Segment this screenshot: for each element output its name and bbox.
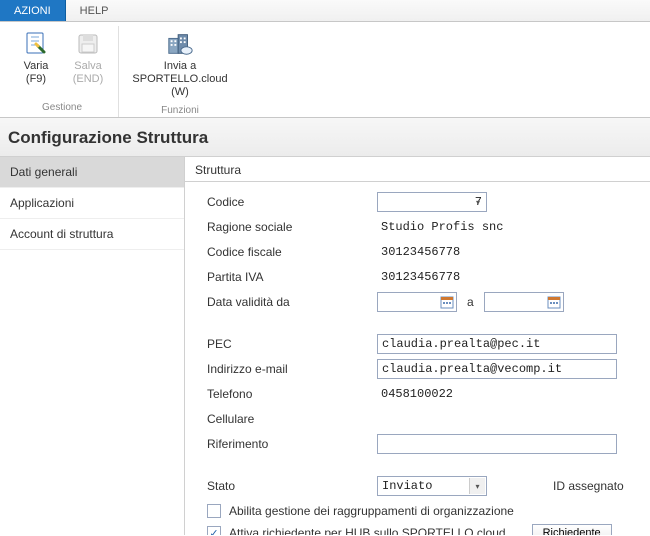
ragione-input[interactable] [377, 217, 617, 237]
ribbon-salva-label-1: Salva [74, 60, 102, 73]
ribbon-salva-label-2: (END) [73, 73, 104, 86]
save-icon [74, 30, 102, 58]
codice-label: Codice [207, 195, 377, 209]
ragione-label: Ragione sociale [207, 220, 377, 234]
attiva-richiedente-label: Attiva richiedente per HUB sullo SPORTEL… [229, 526, 506, 535]
page-title: Configurazione Struttura [0, 118, 650, 157]
tab-azioni[interactable]: AZIONI [0, 0, 66, 21]
cellulare-label: Cellulare [207, 412, 377, 426]
calendar-icon[interactable] [547, 295, 561, 309]
struttura-form: Codice ▾ Ragione sociale Codice fiscale … [185, 182, 650, 535]
calendar-icon[interactable] [440, 295, 454, 309]
pec-input[interactable] [377, 334, 617, 354]
ribbon-varia-label-1: Varia [24, 60, 49, 73]
ribbon-varia-label-2: (F9) [26, 73, 46, 86]
ribbon-salva-button: Salva (END) [64, 26, 112, 100]
abilita-raggruppamenti-label: Abilita gestione dei raggruppamenti di o… [229, 504, 514, 518]
sidebar-item-account-struttura[interactable]: Account di struttura [0, 219, 184, 250]
cf-input[interactable] [377, 242, 617, 262]
email-input[interactable] [377, 359, 617, 379]
ribbon-invia-label-1: Invia a [164, 60, 196, 73]
main-panel: Struttura Codice ▾ Ragione sociale Codic… [185, 157, 650, 535]
tab-bar: AZIONI HELP [0, 0, 650, 22]
stato-label: Stato [207, 479, 377, 493]
sidebar-item-applicazioni[interactable]: Applicazioni [0, 188, 184, 219]
piva-label: Partita IVA [207, 270, 377, 284]
ribbon: Varia (F9) Salva (END) Gestione [0, 22, 650, 118]
tab-help[interactable]: HELP [66, 0, 124, 21]
riferimento-label: Riferimento [207, 437, 377, 451]
telefono-input[interactable] [377, 384, 617, 404]
riferimento-input[interactable] [377, 434, 617, 454]
email-label: Indirizzo e-mail [207, 362, 377, 376]
building-cloud-icon [166, 30, 194, 58]
piva-input[interactable] [377, 267, 617, 287]
cf-label: Codice fiscale [207, 245, 377, 259]
ribbon-varia-button[interactable]: Varia (F9) [12, 26, 60, 100]
telefono-label: Telefono [207, 387, 377, 401]
attiva-richiedente-checkbox[interactable]: ✓ [207, 526, 221, 535]
chevron-down-icon[interactable]: ▾ [469, 478, 485, 494]
sidebar-item-dati-generali[interactable]: Dati generali [0, 157, 184, 188]
ribbon-group-gestione: Varia (F9) Salva (END) Gestione [6, 26, 119, 117]
abilita-raggruppamenti-checkbox[interactable] [207, 504, 221, 518]
richiedente-button[interactable]: Richiedente [532, 524, 612, 535]
ribbon-group-funzioni: Invia a SPORTELLO.cloud (W) Funzioni [119, 26, 241, 117]
section-title: Struttura [185, 157, 650, 182]
edit-icon [22, 30, 50, 58]
ribbon-group-funzioni-label: Funzioni [125, 103, 235, 120]
ribbon-group-gestione-label: Gestione [12, 100, 112, 117]
cellulare-input[interactable] [377, 409, 617, 429]
ribbon-invia-label-2: SPORTELLO.cloud (W) [127, 73, 233, 99]
chevron-down-icon[interactable]: ▾ [471, 194, 485, 210]
sidebar: Dati generali Applicazioni Account di st… [0, 157, 185, 535]
validita-sep: a [463, 295, 478, 309]
id-assegnato-label: ID assegnato [553, 479, 624, 493]
validita-label: Data validità da [207, 295, 377, 309]
pec-label: PEC [207, 337, 377, 351]
ribbon-invia-button[interactable]: Invia a SPORTELLO.cloud (W) [125, 26, 235, 103]
